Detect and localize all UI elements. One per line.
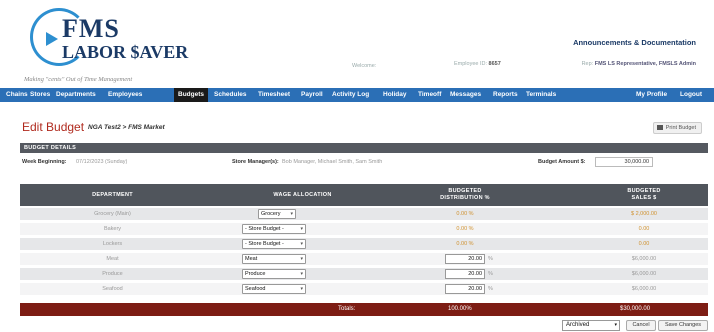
main-nav: Chains Stores Departments Employees Budg… bbox=[0, 88, 714, 102]
nav-item-schedules[interactable]: Schedules bbox=[214, 88, 247, 102]
nav-item-holiday[interactable]: Holiday bbox=[383, 88, 406, 102]
print-budget-button[interactable]: Print Budget bbox=[652, 122, 702, 134]
sales-value: 0.00 bbox=[638, 241, 650, 247]
nav-item-reports[interactable]: Reports bbox=[493, 88, 518, 102]
logo-text-laborsaver: LABOR $AVER bbox=[62, 42, 189, 62]
nav-item-budgets[interactable]: Budgets bbox=[174, 88, 208, 102]
nav-item-terminals[interactable]: Terminals bbox=[526, 88, 556, 102]
chevron-down-icon: ▾ bbox=[300, 241, 303, 247]
nav-item-timesheet[interactable]: Timesheet bbox=[258, 88, 290, 102]
breadcrumb: NGA Test2 > FMS Market bbox=[88, 124, 165, 131]
table-row: Lockers - Store Budget - ▾ 0.00 % 0.00 bbox=[20, 238, 708, 250]
print-budget-label: Print Budget bbox=[665, 125, 696, 131]
col-department: DEPARTMENT bbox=[92, 191, 133, 198]
rep-value: FMS LS Representative, FMSLS Admin bbox=[594, 61, 696, 67]
chevron-down-icon: ▾ bbox=[290, 211, 293, 217]
nav-item-stores[interactable]: Stores bbox=[30, 88, 50, 102]
totals-label: Totals: bbox=[338, 306, 356, 312]
nav-item-activity-log[interactable]: Activity Log bbox=[332, 88, 369, 102]
department-name: Lockers bbox=[102, 241, 123, 247]
representative-info: Rep: FMS LS Representative, FMSLS Admin bbox=[582, 61, 696, 67]
announcements-link[interactable]: Announcements & Documentation bbox=[573, 38, 696, 47]
budget-details-row: Week Beginning: 07/12/2023 (Sunday) Stor… bbox=[20, 155, 708, 169]
chevron-down-icon: ▾ bbox=[300, 226, 303, 232]
chevron-down-icon: ▾ bbox=[300, 256, 303, 262]
tagline: Making "cents" Out of Time Management bbox=[24, 76, 133, 83]
wage-allocation-select[interactable]: Produce ▾ bbox=[242, 269, 306, 279]
wage-allocation-select[interactable]: - Store Budget - ▾ bbox=[242, 239, 306, 249]
week-beginning-value: 07/12/2023 (Sunday) bbox=[76, 159, 128, 165]
department-name: Bakery bbox=[103, 226, 122, 232]
employee-id: Employee ID: 8657 bbox=[454, 61, 501, 67]
nav-item-timeoff[interactable]: Timeoff bbox=[418, 88, 441, 102]
totals-distribution: 100.00% bbox=[448, 306, 472, 312]
distribution-input[interactable]: 20.00 bbox=[445, 254, 485, 264]
sales-value: $ 2,000.00 bbox=[631, 211, 657, 217]
table-header: DEPARTMENT WAGE ALLOCATION BUDGETED DISTR… bbox=[20, 184, 708, 206]
table-row: Produce Produce ▾ 20.00 % $6,000.00 bbox=[20, 268, 708, 280]
wage-allocation-select[interactable]: - Store Budget - ▾ bbox=[242, 224, 306, 234]
fms-logo[interactable]: FMS LABOR $AVER bbox=[22, 8, 188, 78]
page-title: Edit Budget bbox=[22, 120, 85, 134]
distribution-value: 0.00 % bbox=[456, 241, 474, 247]
department-name: Produce bbox=[102, 271, 123, 277]
rep-label: Rep: bbox=[581, 61, 594, 67]
nav-item-logout[interactable]: Logout bbox=[680, 88, 702, 102]
distribution-input[interactable]: 20.00 bbox=[445, 269, 485, 279]
store-managers-value: Bob Manager, Michael Smith, Sam Smith bbox=[282, 159, 383, 165]
sales-value: 0.00 bbox=[638, 226, 650, 232]
wage-allocation-select[interactable]: Seafood ▾ bbox=[242, 284, 306, 294]
nav-item-employees[interactable]: Employees bbox=[108, 88, 142, 102]
percent-sign: % bbox=[488, 256, 493, 262]
chevron-down-icon: ▾ bbox=[300, 271, 303, 277]
distribution-input[interactable]: 20.00 bbox=[445, 284, 485, 294]
wage-allocation-select[interactable]: Meat ▾ bbox=[242, 254, 306, 264]
col-budgeted-sales: BUDGETED SALES $ bbox=[627, 188, 661, 201]
logo-arrow-icon bbox=[46, 32, 58, 46]
nav-item-payroll[interactable]: Payroll bbox=[301, 88, 323, 102]
employee-id-label: Employee ID: bbox=[454, 61, 488, 67]
store-managers-label: Store Manager(s): bbox=[232, 159, 279, 165]
budget-details-header: BUDGET DETAILS bbox=[20, 143, 708, 153]
department-name: Seafood bbox=[102, 286, 123, 292]
budget-amount-input[interactable]: 30,000.00 bbox=[595, 157, 653, 167]
logo-text-fms: FMS bbox=[62, 14, 120, 43]
col-wage-allocation: WAGE ALLOCATION bbox=[273, 191, 332, 198]
table-row: Meat Meat ▾ 20.00 % $6,000.00 bbox=[20, 253, 708, 265]
nav-item-my-profile[interactable]: My Profile bbox=[636, 88, 667, 102]
totals-row: Totals: 100.00% $30,000.00 bbox=[20, 303, 708, 316]
percent-sign: % bbox=[488, 286, 493, 292]
table-row: Bakery - Store Budget - ▾ 0.00 % 0.00 bbox=[20, 223, 708, 235]
chevron-down-icon: ▾ bbox=[300, 286, 303, 292]
sales-value: $6,000.00 bbox=[631, 256, 657, 262]
save-changes-button[interactable]: Save Changes bbox=[658, 320, 708, 331]
department-name: Meat bbox=[106, 256, 119, 262]
distribution-value: 0.00 % bbox=[456, 226, 474, 232]
col-budgeted-distribution: BUDGETED DISTRIBUTION % bbox=[440, 188, 490, 201]
department-name: Grocery (Main) bbox=[94, 211, 131, 217]
nav-item-chains[interactable]: Chains bbox=[6, 88, 28, 102]
employee-id-value: 8657 bbox=[488, 61, 501, 67]
nav-item-departments[interactable]: Departments bbox=[56, 88, 96, 102]
sales-value: $6,000.00 bbox=[631, 271, 657, 277]
table-row: Seafood Seafood ▾ 20.00 % $6,000.00 bbox=[20, 283, 708, 295]
week-beginning-label: Week Beginning: bbox=[22, 159, 67, 165]
printer-icon bbox=[656, 125, 663, 130]
app-header: FMS LABOR $AVER Making "cents" Out of Ti… bbox=[0, 0, 714, 88]
nav-item-messages[interactable]: Messages bbox=[450, 88, 481, 102]
totals-sales: $30,000.00 bbox=[620, 306, 651, 312]
percent-sign: % bbox=[488, 271, 493, 277]
budget-amount-label: Budget Amount $: bbox=[538, 159, 586, 165]
chevron-down-icon: ▾ bbox=[614, 322, 617, 328]
wage-allocation-select[interactable]: Grocery ▾ bbox=[258, 209, 296, 219]
sales-value: $6,000.00 bbox=[631, 286, 657, 292]
distribution-value: 0.00 % bbox=[456, 211, 474, 217]
status-select[interactable]: Archived ▾ bbox=[562, 320, 620, 331]
cancel-button[interactable]: Cancel bbox=[626, 320, 656, 331]
welcome-text: Welcome: bbox=[352, 63, 377, 69]
table-row: Grocery (Main) Grocery ▾ 0.00 % $ 2,000.0… bbox=[20, 208, 708, 220]
